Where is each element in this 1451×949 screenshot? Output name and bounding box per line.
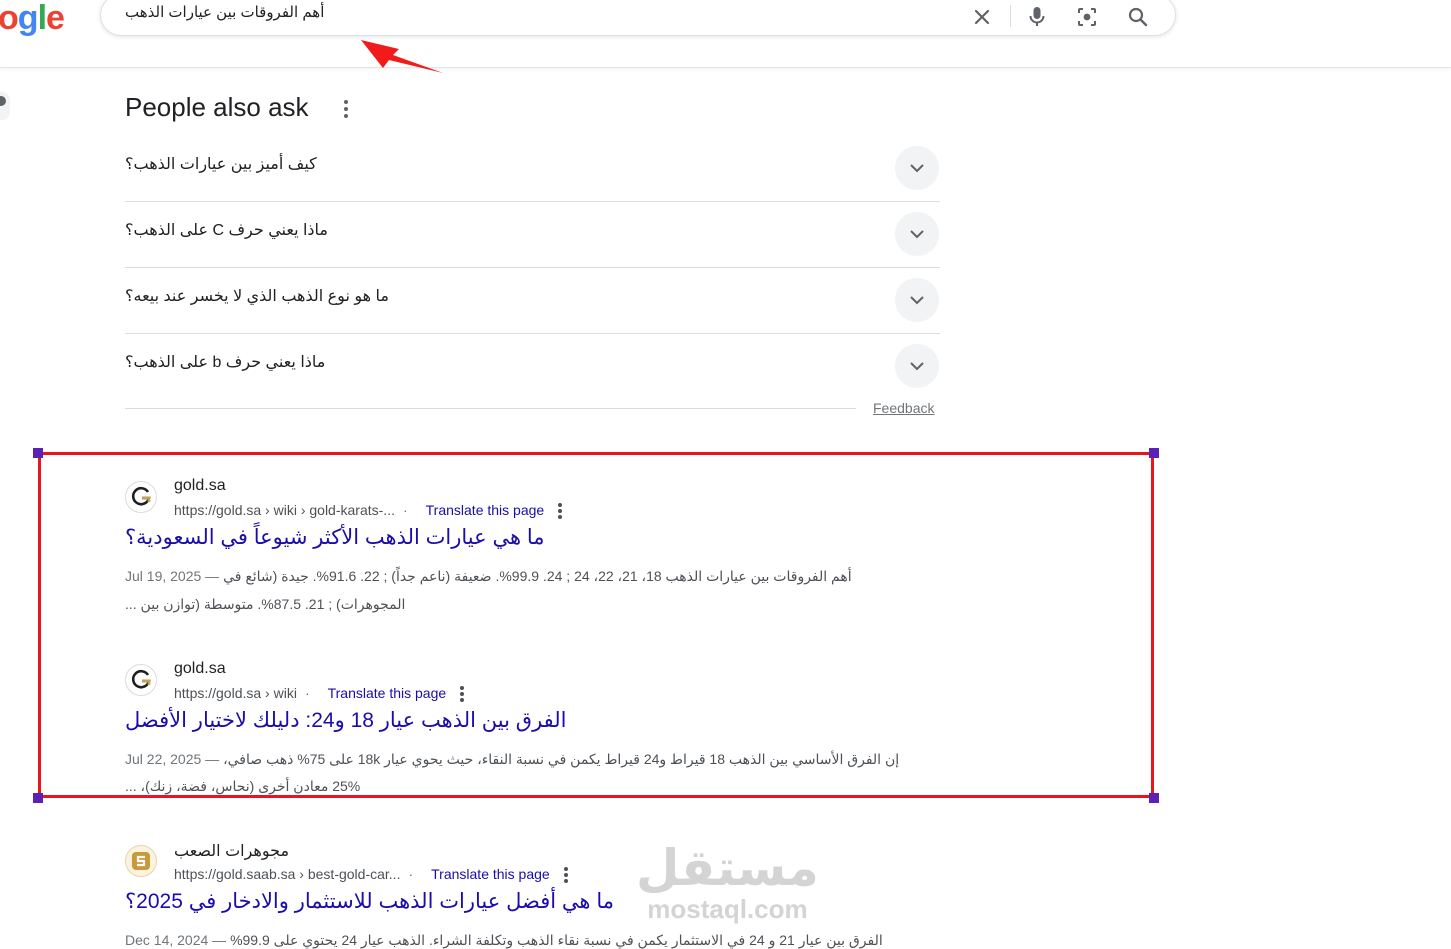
logo-letter: e <box>46 0 65 37</box>
logo-letter: l <box>37 0 48 37</box>
resize-handle[interactable] <box>1149 793 1159 803</box>
search-icon[interactable] <box>1123 2 1153 32</box>
search-box[interactable]: أهم الفروقات بين عيارات الذهب <box>100 0 1176 36</box>
result-date: Dec 14, 2024 — <box>125 932 227 948</box>
paa-question-1[interactable]: كيف أميز بين عيارات الذهب؟ <box>125 135 940 202</box>
logo-letter: o <box>0 0 19 37</box>
site-url-row: https://gold.saab.sa › best-gold-car... ·… <box>174 866 568 884</box>
microphone-icon[interactable] <box>1022 2 1052 32</box>
site-url[interactable]: https://gold.saab.sa › best-gold-car... <box>174 866 400 882</box>
paa-question-text: ماذا يعني حرف C على الذهب؟ <box>125 222 328 239</box>
watermark-arabic: مستقل <box>636 840 819 896</box>
logo-letter: g <box>17 0 39 37</box>
paa-question-text: كيف أميز بين عيارات الذهب؟ <box>125 156 317 173</box>
annotation-arrow-icon <box>361 40 443 73</box>
paa-heading: People also ask <box>125 92 309 122</box>
saab-favicon-icon <box>125 845 157 877</box>
logo-text: ogle <box>0 0 65 37</box>
close-icon[interactable] <box>967 2 997 32</box>
paa-question-2[interactable]: ماذا يعني حرف C على الذهب؟ <box>125 201 940 268</box>
paa-question-text: ما هو نوع الذهب الذي لا يخسر عند بيعه؟ <box>125 288 389 305</box>
translate-link[interactable]: Translate this page <box>431 866 550 882</box>
chevron-down-icon[interactable] <box>895 344 939 388</box>
watermark-latin: mostaql.com <box>647 894 808 924</box>
search-input[interactable]: أهم الفروقات بين عيارات الذهب <box>125 3 324 21</box>
chevron-down-icon[interactable] <box>895 212 939 256</box>
paa-question-3[interactable]: ما هو نوع الذهب الذي لا يخسر عند بيعه؟ <box>125 267 940 334</box>
paa-bottom-divider <box>125 408 856 409</box>
resize-handle[interactable] <box>1149 448 1159 458</box>
more-options-icon[interactable] <box>340 100 352 118</box>
snippet-text: الفرق بين عيار 21 و 24 في الاستثمار يكمن… <box>230 932 883 948</box>
search-divider <box>1010 5 1011 27</box>
watermark: مستقل mostaql.com <box>636 840 819 922</box>
result-snippet-line-1: Dec 14, 2024 — الفرق بين عيار 21 و 24 في… <box>125 932 883 949</box>
chevron-down-icon[interactable] <box>895 278 939 322</box>
top-bar: ogle أهم الفروقات بين عيارات الذهب <box>0 0 1451 68</box>
highlight-selection-box <box>38 452 1154 798</box>
camera-lens-icon[interactable] <box>1072 2 1102 32</box>
site-name[interactable]: مجوهرات الصعب <box>174 841 289 861</box>
more-options-icon[interactable] <box>563 867 568 884</box>
resize-handle[interactable] <box>33 793 43 803</box>
google-logo[interactable]: ogle <box>0 0 65 37</box>
resize-handle[interactable] <box>33 448 43 458</box>
feedback-link[interactable]: Feedback <box>873 400 934 416</box>
paa-question-4[interactable]: ماذا يعني حرف b على الذهب؟ <box>125 333 940 399</box>
chevron-down-icon[interactable] <box>895 146 939 190</box>
result-title-link[interactable]: ما هي أفضل عيارات الذهب للاستثمار والادخ… <box>125 889 614 914</box>
paa-question-text: ماذا يعني حرف b على الذهب؟ <box>125 354 326 371</box>
